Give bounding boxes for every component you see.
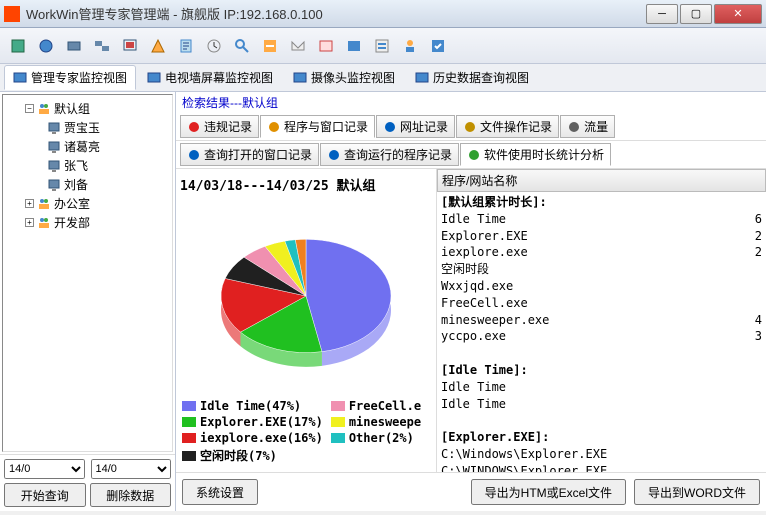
app-icon (4, 6, 20, 22)
legend-item-0: Idle Time(47%) (182, 399, 323, 413)
list-item[interactable]: Idle Time (441, 396, 762, 413)
toolbar-button-2[interactable] (34, 34, 58, 58)
list-item[interactable]: iexplore.exe2 (441, 244, 762, 261)
toolbar-button-13[interactable] (342, 34, 366, 58)
sub-tabs-2-1[interactable]: 查询运行的程序记录 (320, 143, 459, 166)
legend-item-6: 空闲时段(7%) (182, 447, 323, 464)
list-item[interactable]: Explorer.EXE2 (441, 228, 762, 245)
toolbar-button-3[interactable] (62, 34, 86, 58)
legend-swatch (331, 401, 345, 411)
legend-swatch (182, 433, 196, 443)
main-tab-0[interactable]: 管理专家监控视图 (4, 65, 136, 90)
legend-item-2: Explorer.EXE(17%) (182, 415, 323, 429)
toolbar-button-12[interactable] (314, 34, 338, 58)
main-tabbar: 管理专家监控视图电视墙屏幕监控视图摄像头监控视图历史数据查询视图 (0, 64, 766, 92)
tree-group-1[interactable]: +办公室 (7, 194, 168, 213)
list-item[interactable]: Idle Time6 (441, 211, 762, 228)
sub-tabs-2-0[interactable]: 查询打开的窗口记录 (180, 143, 319, 166)
toolbar-button-7[interactable] (174, 34, 198, 58)
list-item[interactable]: minesweeper.exe4 (441, 312, 762, 329)
main-tab-1[interactable]: 电视墙屏幕监控视图 (138, 65, 282, 90)
legend-item-4: iexplore.exe(16%) (182, 431, 323, 445)
list-group-header-1: [Idle Time]: (441, 362, 762, 379)
toolbar (0, 28, 766, 64)
system-settings-button[interactable]: 系统设置 (182, 479, 258, 505)
toolbar-button-15[interactable] (398, 34, 422, 58)
export-html-button[interactable]: 导出为HTM或Excel文件 (471, 479, 626, 505)
delete-data-button[interactable]: 删除数据 (90, 483, 172, 507)
sub-tabs-row2: 查询打开的窗口记录查询运行的程序记录软件使用时长统计分析 (176, 141, 766, 169)
sub-tabs-1-4[interactable]: 流量 (560, 115, 615, 138)
date-to-select[interactable]: 14/0 (91, 459, 172, 479)
legend-swatch (331, 433, 345, 443)
tree-item-0-0[interactable]: 贾宝玉 (7, 118, 168, 137)
tree-group-2[interactable]: +开发部 (7, 213, 168, 232)
toolbar-button-14[interactable] (370, 34, 394, 58)
window-title: WorkWin管理专家管理端 - 旗舰版 IP:192.168.0.100 (26, 4, 646, 23)
chart-title: 14/03/18---14/03/25 默认组 (180, 173, 432, 196)
toolbar-button-6[interactable] (146, 34, 170, 58)
toolbar-button-9[interactable] (230, 34, 254, 58)
toolbar-button-4[interactable] (90, 34, 114, 58)
list-item[interactable]: 空闲时段 (441, 261, 762, 278)
tree-group-0[interactable]: −默认组 (7, 99, 168, 118)
tree-item-0-3[interactable]: 刘备 (7, 175, 168, 194)
list-item[interactable]: FreeCell.exe (441, 295, 762, 312)
titlebar: WorkWin管理专家管理端 - 旗舰版 IP:192.168.0.100 ─ … (0, 0, 766, 28)
expander-icon[interactable]: + (25, 199, 34, 208)
toolbar-button-5[interactable] (118, 34, 142, 58)
sub-tabs-row1: 违规记录程序与窗口记录网址记录文件操作记录流量 (176, 113, 766, 141)
chart-legend: Idle Time(47%) FreeCell.e Explorer.EXE(17%… (180, 395, 432, 468)
list-item[interactable]: C:\WINDOWS\Explorer.EXE (441, 463, 762, 472)
main-tab-3[interactable]: 历史数据查询视图 (406, 65, 538, 90)
toolbar-button-10[interactable] (258, 34, 282, 58)
toolbar-button-8[interactable] (202, 34, 226, 58)
close-button[interactable]: ✕ (714, 4, 762, 24)
legend-item-3: minesweepe (331, 415, 430, 429)
main-panel: 检索结果---默认组 违规记录程序与窗口记录网址记录文件操作记录流量 查询打开的… (176, 92, 766, 511)
pie-chart (180, 196, 432, 395)
list-header-col: 程序/网站名称 (442, 172, 761, 189)
toolbar-button-11[interactable] (286, 34, 310, 58)
toolbar-button-16[interactable] (426, 34, 450, 58)
main-tab-2[interactable]: 摄像头监控视图 (284, 65, 404, 90)
legend-item-1: FreeCell.e (331, 399, 430, 413)
list-body[interactable]: [默认组累计时长]:Idle Time6Explorer.EXE2iexplor… (437, 192, 766, 472)
list-item[interactable]: Wxxjqd.exe (441, 278, 762, 295)
list-item[interactable]: yccpo.exe3 (441, 328, 762, 345)
legend-swatch (331, 417, 345, 427)
sidebar: −默认组贾宝玉诸葛亮张飞刘备+办公室+开发部 14/0 14/0 开始查询 删除… (0, 92, 176, 511)
expander-icon[interactable]: + (25, 218, 34, 227)
legend-swatch (182, 451, 196, 461)
list-group-header-0: [默认组累计时长]: (441, 194, 762, 211)
tree-item-0-2[interactable]: 张飞 (7, 156, 168, 175)
list-item[interactable]: Idle Time (441, 379, 762, 396)
sub-tabs-1-3[interactable]: 文件操作记录 (456, 115, 559, 138)
legend-item-5: Other(2%) (331, 431, 430, 445)
search-result-label: 检索结果---默认组 (176, 92, 766, 113)
date-from-select[interactable]: 14/0 (4, 459, 85, 479)
sub-tabs-1-0[interactable]: 违规记录 (180, 115, 259, 138)
toolbar-button-1[interactable] (6, 34, 30, 58)
legend-swatch (182, 401, 196, 411)
list-item[interactable]: C:\Windows\Explorer.EXE (441, 446, 762, 463)
start-query-button[interactable]: 开始查询 (4, 483, 86, 507)
export-word-button[interactable]: 导出到WORD文件 (634, 479, 760, 505)
maximize-button[interactable]: ▢ (680, 4, 712, 24)
tree-item-0-1[interactable]: 诸葛亮 (7, 137, 168, 156)
sub-tabs-1-1[interactable]: 程序与窗口记录 (260, 115, 375, 138)
minimize-button[interactable]: ─ (646, 4, 678, 24)
tree-view[interactable]: −默认组贾宝玉诸葛亮张飞刘备+办公室+开发部 (2, 94, 173, 452)
sub-tabs-1-2[interactable]: 网址记录 (376, 115, 455, 138)
legend-swatch (182, 417, 196, 427)
list-group-header-2: [Explorer.EXE]: (441, 429, 762, 446)
list-header[interactable]: 程序/网站名称 (437, 169, 766, 192)
sub-tabs-2-2[interactable]: 软件使用时长统计分析 (460, 143, 611, 166)
expander-icon[interactable]: − (25, 104, 34, 113)
